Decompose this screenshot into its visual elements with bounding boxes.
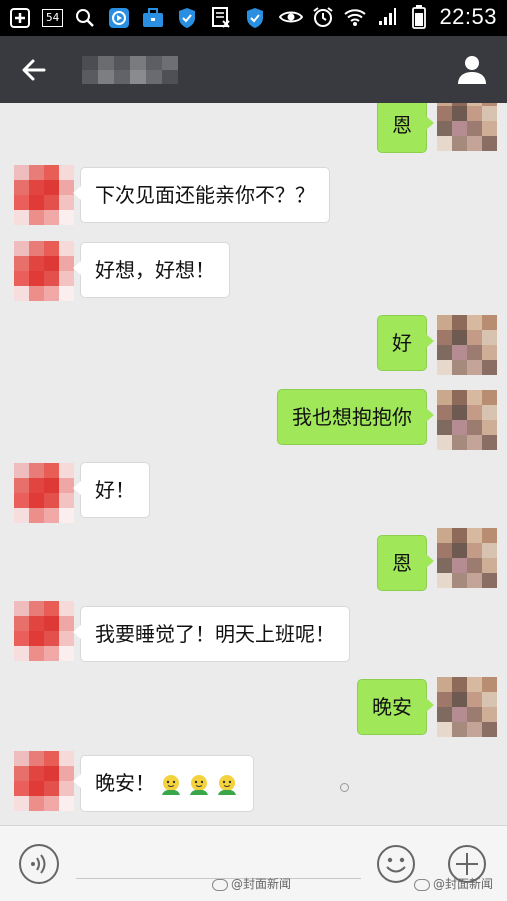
weibo-icon: [212, 878, 228, 891]
app-icon: [107, 6, 131, 30]
eye-icon: [279, 5, 304, 29]
add-icon: [8, 6, 32, 30]
frog-emoji-icon: [190, 774, 208, 795]
weibo-icon: [414, 878, 430, 891]
scroll-indicator: [340, 783, 349, 792]
contact-avatar[interactable]: [14, 463, 74, 523]
notification-badge: 54: [42, 9, 64, 27]
status-time: 22:53: [439, 4, 497, 29]
my-avatar[interactable]: [437, 677, 497, 737]
message-bubble-incoming[interactable]: 晚安！: [73, 755, 254, 812]
contact-avatar[interactable]: [14, 165, 74, 225]
contact-avatar[interactable]: [14, 241, 74, 301]
back-button[interactable]: [18, 54, 50, 86]
message-list[interactable]: 恩 下次见面还能亲你不？？ 好想，好想！ 好 我也想抱抱你 好！ 恩 我要睡觉了…: [0, 103, 507, 825]
contact-avatar[interactable]: [14, 601, 74, 661]
input-bar: @封面新闻 @封面新闻: [0, 825, 507, 901]
message-bubble-outgoing[interactable]: 晚安: [357, 679, 434, 735]
shield-icon: [243, 6, 267, 30]
person-icon: [458, 56, 486, 84]
voice-icon: [19, 844, 59, 884]
watermark: @封面新闻: [212, 875, 291, 892]
contact-name-blurred: [82, 56, 178, 84]
message-bubble-outgoing[interactable]: 好: [377, 315, 434, 371]
message-bubble-incoming[interactable]: 我要睡觉了！明天上班呢！: [73, 606, 350, 662]
frog-emoji-icon: [162, 774, 180, 795]
frog-emoji-icon: [218, 774, 236, 795]
search-icon: [73, 6, 97, 30]
contact-avatar[interactable]: [14, 751, 74, 811]
shield-icon: [175, 6, 199, 30]
back-arrow-icon: [22, 59, 46, 81]
message-bubble-outgoing[interactable]: 我也想抱抱你: [277, 389, 434, 445]
smiley-icon: [377, 845, 415, 883]
voice-input-button[interactable]: [18, 843, 60, 885]
briefcase-icon: [141, 6, 165, 30]
message-bubble-incoming[interactable]: 下次见面还能亲你不？？: [73, 167, 330, 223]
more-options-button[interactable]: [447, 844, 487, 884]
battery-icon: [407, 5, 431, 29]
message-text: 晚安！: [95, 771, 155, 795]
my-avatar[interactable]: [437, 528, 497, 588]
my-avatar[interactable]: [437, 315, 497, 375]
signal-icon: [375, 5, 399, 29]
status-bar: 54 22:53: [0, 0, 507, 36]
doc-icon: [209, 6, 233, 30]
my-avatar[interactable]: [437, 390, 497, 450]
message-bubble-incoming[interactable]: 好！: [73, 462, 150, 518]
chat-header: [0, 36, 507, 103]
message-bubble-outgoing[interactable]: 恩: [377, 103, 434, 153]
message-bubble-outgoing[interactable]: 恩: [377, 535, 434, 591]
alarm-icon: [311, 5, 335, 29]
wifi-icon: [343, 5, 367, 29]
emoji-button[interactable]: [376, 844, 416, 884]
message-bubble-incoming[interactable]: 好想，好想！: [73, 242, 230, 298]
plus-icon: [448, 845, 486, 883]
contact-info-button[interactable]: [455, 52, 489, 86]
my-avatar[interactable]: [437, 103, 497, 151]
